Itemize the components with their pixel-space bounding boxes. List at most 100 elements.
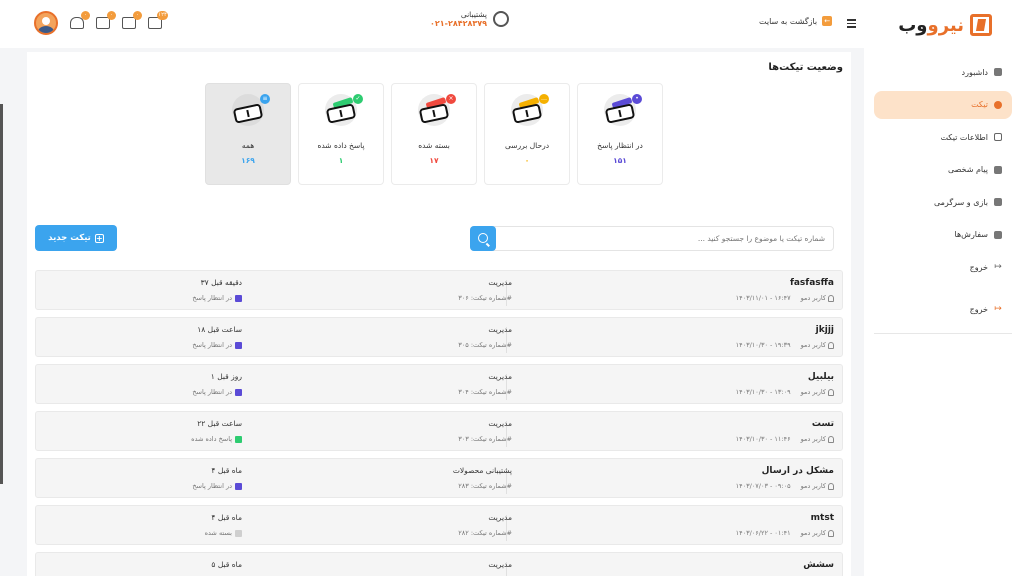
cards-badge: ۱۲۴ — [157, 11, 168, 20]
ticket-time: ۵ ماه قبل — [211, 560, 242, 569]
status-square-icon — [235, 482, 242, 490]
mail-icon[interactable]: ۰ — [96, 11, 116, 29]
ticket-date: ۱۴۰۳/۱۰/۳۰ - ۱۱:۴۶ — [735, 435, 791, 443]
user-icon — [828, 482, 834, 490]
ticket-number: شماره تیکت: ۲۸۲# — [458, 529, 512, 537]
phone-icon — [493, 11, 510, 27]
ticket-status: بسته شده — [204, 529, 232, 537]
ticket-number: شماره تیکت: ۳۰۶# — [458, 294, 512, 302]
new-ticket-button[interactable]: + تیکت جدید — [35, 225, 117, 251]
ticket-user: کاربر دمو — [800, 435, 826, 443]
ticket-title: mtst — [810, 513, 834, 523]
ticket-number: شماره تیکت: ۲۸۳# — [458, 482, 512, 490]
ticket-date: ۱۴۰۳/۰۶/۲۲ - ۰۱:۴۱ — [735, 529, 791, 537]
logo-icon — [970, 14, 992, 36]
table-row[interactable]: fasfasffa ۱۴۰۳/۱۱/۰۱ - ۱۶:۴۷ کاربر دمو مدی… — [35, 270, 843, 310]
status-square-icon — [235, 435, 242, 443]
sidebar-item-label: پیام شخصی — [947, 165, 988, 174]
brand-name: نیرووب — [898, 14, 964, 36]
back-to-site-label: بازگشت به سایت — [759, 16, 818, 26]
ticket-department: مدیریت — [488, 419, 512, 428]
ticket-date: ۱۴۰۳/۰۷/۰۳ - ۰۹:۰۵ — [735, 482, 791, 490]
top-header: ← بازگشت به سایت پشتیبانی ۰۲۱-۲۸۴۲۸۳۷۹ ۰… — [0, 0, 864, 48]
user-icon — [828, 388, 834, 396]
status-card-all[interactable]: ≡ همه ۱۶۹ — [205, 83, 291, 185]
ticket-user: کاربر دمو — [800, 529, 826, 537]
status-square-icon — [235, 388, 242, 396]
sidebar-item-ticket[interactable]: تیکت — [874, 90, 1012, 119]
scrollbar[interactable] — [0, 104, 3, 484]
ticket-status: در انتظار پاسخ — [192, 341, 232, 349]
arrow-left-icon: ← — [822, 16, 833, 26]
status-card-answered[interactable]: ✓ پاسخ داده شده ۱ — [298, 83, 384, 185]
close-icon: × — [446, 94, 456, 104]
support-label: پشتیبانی — [460, 10, 488, 19]
ticket-time: ۴ ماه قبل — [211, 513, 242, 522]
ticket-user: کاربر دمو — [800, 388, 826, 396]
status-square-icon — [235, 294, 242, 302]
sidebar: نیرووب داشبورد تیکت اطلاعات تیکت پیام شخ… — [864, 0, 1024, 576]
brand-logo[interactable]: نیرووب — [898, 14, 992, 36]
gift-icon[interactable]: ۰ — [122, 11, 142, 29]
ticket-date: ۱۴۰۳/۱۱/۰۱ - ۱۶:۴۷ — [735, 294, 791, 302]
search-box — [470, 225, 834, 251]
status-card-label: پاسخ داده شده — [317, 141, 365, 150]
ticket-user: کاربر دمو — [800, 294, 826, 302]
avatar[interactable] — [34, 11, 58, 35]
dots-icon: … — [539, 94, 549, 104]
plus-icon: + — [94, 233, 104, 243]
table-row[interactable]: بیلبیل ۱۴۰۳/۱۰/۳۰ - ۱۳:۰۹ کاربر دمو مدیریت… — [35, 364, 843, 404]
status-card-count: ۱۵۱ — [613, 156, 627, 165]
status-card-pending[interactable]: • در انتظار پاسخ ۱۵۱ — [577, 83, 663, 185]
support-contact[interactable]: پشتیبانی ۰۲۱-۲۸۴۲۸۳۷۹ — [430, 10, 510, 28]
ticket-status: در انتظار پاسخ — [192, 482, 232, 490]
ticket-number: شماره تیکت: ۳۰۵# — [458, 341, 512, 349]
sidebar-item-games[interactable]: بازی و سرگرمی — [874, 188, 1012, 216]
status-card-count: ۱ — [338, 156, 344, 165]
status-card-reviewing[interactable]: … درحال بررسی ۰ — [484, 83, 570, 185]
ticket-status: در انتظار پاسخ — [192, 388, 232, 396]
bell-icon[interactable]: ۰ — [70, 11, 90, 29]
status-card-count: ۱۶۹ — [241, 156, 255, 165]
ticket-status: در انتظار پاسخ — [192, 294, 232, 302]
ticket-title: jkjjj — [815, 325, 834, 335]
back-to-site-link[interactable]: ← بازگشت به سایت — [759, 16, 833, 26]
table-row[interactable]: تست ۱۴۰۳/۱۰/۳۰ - ۱۱:۴۶ کاربر دمو مدیریت شما… — [35, 411, 843, 451]
logout-icon: ↦ — [994, 262, 1002, 272]
sidebar-item-logout-2[interactable]: خروج ↦ — [874, 295, 1012, 323]
status-card-closed[interactable]: × بسته شده ۱۷ — [391, 83, 477, 185]
table-row[interactable]: mtst ۱۴۰۳/۰۶/۲۲ - ۰۱:۴۱ کاربر دمو مدیریت شم… — [35, 505, 843, 545]
status-card-count: ۱۷ — [429, 156, 439, 165]
sidebar-item-logout[interactable]: خروج ↦ — [874, 253, 1012, 281]
gift-badge: ۰ — [133, 11, 142, 20]
ticket-title: سشش — [803, 560, 834, 570]
check-icon: ✓ — [353, 94, 363, 104]
sidebar-item-label: تیکت — [971, 100, 988, 109]
sidebar-item-orders[interactable]: سفارش‌ها — [874, 221, 1012, 249]
ticket-date: ۱۴۰۳/۱۰/۳۰ - ۱۹:۳۹ — [735, 341, 791, 349]
table-row[interactable]: سشش مدیریت ۵ ماه قبل — [35, 552, 843, 576]
sidebar-item-label: داشبورد — [961, 67, 988, 77]
cards-icon[interactable]: ۱۲۴ — [148, 11, 168, 29]
header-actions: ۰ ۰ ۰ ۱۲۴ — [34, 11, 168, 35]
search-icon — [478, 233, 488, 243]
table-row[interactable]: jkjjj ۱۴۰۳/۱۰/۳۰ - ۱۹:۳۹ کاربر دمو مدیریت ش… — [35, 317, 843, 357]
status-square-icon — [235, 341, 242, 349]
ticket-time: ۳۷ دقیقه قبل — [200, 278, 242, 287]
search-button[interactable] — [470, 225, 496, 251]
ticket-user: کاربر دمو — [800, 482, 826, 490]
sidebar-item-dashboard[interactable]: داشبورد — [874, 58, 1012, 86]
user-icon — [828, 341, 834, 349]
search-input[interactable] — [496, 234, 833, 243]
mail-badge: ۰ — [107, 11, 116, 20]
main-content: وضعیت تیکت‌ها • در انتظار پاسخ ۱۵۱ … درح… — [27, 52, 851, 576]
table-row[interactable]: مشکل در ارسال ۱۴۰۳/۰۷/۰۳ - ۰۹:۰۵ کاربر دمو… — [35, 458, 843, 498]
sidebar-item-messages[interactable]: پیام شخصی — [874, 156, 1012, 184]
hamburger-menu-icon[interactable] — [847, 19, 856, 30]
sidebar-divider — [874, 333, 1012, 334]
ticket-icon — [994, 100, 1002, 109]
sidebar-item-ticket-info[interactable]: اطلاعات تیکت — [874, 123, 1012, 151]
logout-icon: ↦ — [994, 304, 1002, 314]
user-icon — [828, 529, 834, 537]
ticket-time: ۱۸ ساعت قبل — [197, 325, 242, 334]
